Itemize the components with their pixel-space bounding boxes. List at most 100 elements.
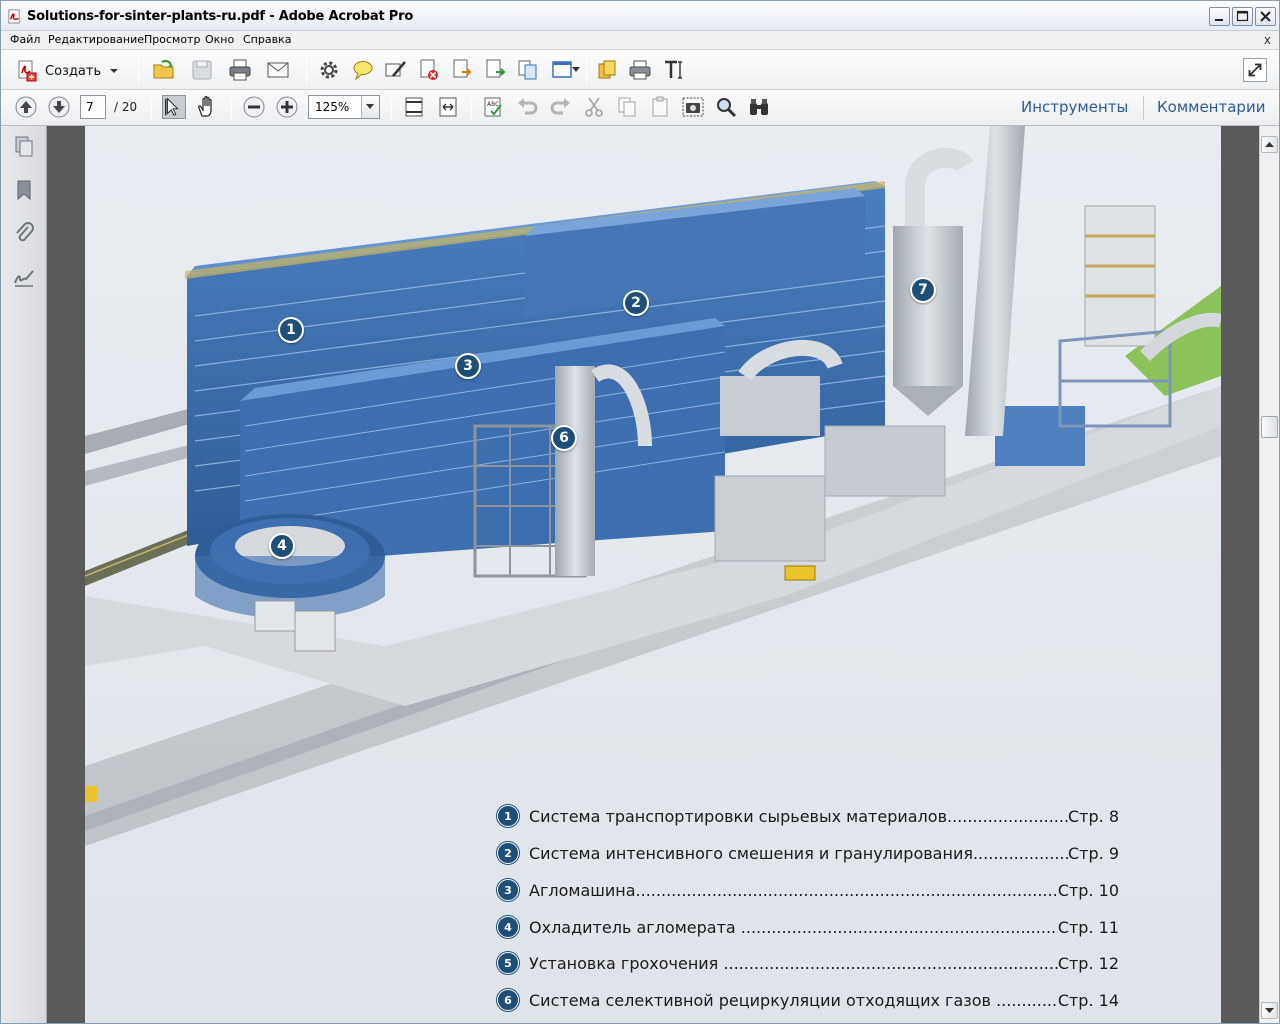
combine-files-icon[interactable] xyxy=(516,58,540,82)
vertical-scrollbar[interactable] xyxy=(1259,126,1279,1023)
hand-tool-icon[interactable] xyxy=(195,95,219,119)
toc-entry[interactable]: 1 Система транспортировки сырьевых матер… xyxy=(497,805,1119,827)
send-document-icon[interactable] xyxy=(483,58,507,82)
menu-window[interactable]: Окно xyxy=(205,33,234,46)
separator xyxy=(391,94,392,120)
comments-panel-link[interactable]: Комментарии xyxy=(1157,98,1265,116)
callout-marker-3: 3 xyxy=(455,353,481,379)
tools-panel-link[interactable]: Инструменты xyxy=(1021,98,1128,116)
zoom-out-icon[interactable] xyxy=(242,95,266,119)
toc-title: Система селективной рециркуляции отходящ… xyxy=(529,990,997,1010)
close-document-button[interactable]: x xyxy=(1264,33,1271,47)
email-icon[interactable] xyxy=(266,58,290,82)
menu-help[interactable]: Справка xyxy=(243,33,291,46)
separator xyxy=(231,94,232,120)
title-bar: Solutions-for-sinter-plants-ru.pdf - Ado… xyxy=(1,1,1279,31)
create-button[interactable]: Создать xyxy=(15,58,121,84)
snapshot-camera-icon[interactable] xyxy=(681,95,705,119)
toc-number: 3 xyxy=(497,879,519,901)
callout-marker-4: 4 xyxy=(269,533,295,559)
document-viewer[interactable]: 1 2 3 4 6 7 1 Система транспортировки сы… xyxy=(47,126,1259,1023)
print-icon[interactable] xyxy=(228,58,252,82)
callout-marker-6: 6 xyxy=(551,425,577,451)
separator xyxy=(151,94,152,120)
copy-icon[interactable] xyxy=(615,95,639,119)
settings-gear-icon[interactable] xyxy=(317,58,341,82)
separator xyxy=(306,57,307,83)
total-pages: / 20 xyxy=(114,100,138,114)
toc-entry[interactable]: 2 Система интенсивного смешения и гранул… xyxy=(497,842,1119,864)
zoom-in-icon[interactable] xyxy=(275,95,299,119)
advanced-search-binoculars-icon[interactable] xyxy=(747,95,771,119)
toc-page: Стр. 12 xyxy=(1057,953,1119,973)
separator xyxy=(586,57,587,83)
text-edit-icon[interactable] xyxy=(662,58,686,82)
toc-title: Система транспортировки сырьевых материа… xyxy=(529,806,947,826)
signatures-icon[interactable] xyxy=(12,265,36,289)
cut-icon[interactable] xyxy=(582,95,606,119)
toc-number: 5 xyxy=(497,952,519,974)
toc-page: Стр. 8 xyxy=(1068,806,1119,826)
create-label: Создать xyxy=(45,63,102,79)
toc-page: Стр. 14 xyxy=(1057,990,1119,1010)
separator xyxy=(1143,96,1144,120)
bookmarks-icon[interactable] xyxy=(12,178,36,202)
callout-marker-2: 2 xyxy=(623,290,649,316)
toc-entry[interactable]: 3 Агломашина ...........................… xyxy=(497,879,1119,901)
export-document-icon[interactable] xyxy=(450,58,474,82)
toc-entry[interactable]: 4 Охладитель агломерата ................… xyxy=(497,916,1119,938)
toc-entry[interactable]: 5 Установка грохочения .................… xyxy=(497,952,1119,974)
zoom-level-field[interactable]: 125% xyxy=(308,95,380,119)
printer-icon[interactable] xyxy=(628,58,652,82)
spell-check-icon[interactable]: ABC xyxy=(482,95,506,119)
fit-page-icon[interactable] xyxy=(402,95,426,119)
paste-icon[interactable] xyxy=(648,95,672,119)
minimize-button[interactable] xyxy=(1209,7,1230,26)
scroll-thumb[interactable] xyxy=(1261,416,1278,438)
attachments-paperclip-icon[interactable] xyxy=(12,221,36,245)
close-icon xyxy=(1260,11,1271,22)
toc-number: 2 xyxy=(497,842,519,864)
sign-pen-icon[interactable] xyxy=(384,58,408,82)
callout-marker-1: 1 xyxy=(278,317,304,343)
menu-file[interactable]: Файл xyxy=(10,33,40,46)
undo-icon[interactable] xyxy=(515,95,539,119)
menu-edit[interactable]: Редактирование xyxy=(48,33,144,46)
close-window-button[interactable] xyxy=(1255,7,1276,26)
toc-leader: ........................................… xyxy=(947,806,1068,826)
select-cursor-icon[interactable] xyxy=(162,95,186,119)
reject-document-icon[interactable] xyxy=(417,58,441,82)
fullscreen-icon[interactable] xyxy=(1243,58,1267,82)
save-icon[interactable] xyxy=(190,58,214,82)
toc-page: Стр. 9 xyxy=(1068,843,1119,863)
chevron-down-icon[interactable] xyxy=(572,67,580,73)
redo-icon[interactable] xyxy=(549,95,573,119)
toc-leader: ........................................… xyxy=(996,990,1058,1010)
next-page-icon[interactable] xyxy=(47,95,71,119)
fit-width-icon[interactable] xyxy=(436,95,460,119)
zoom-dropdown-button[interactable] xyxy=(361,96,379,118)
scroll-down-button[interactable] xyxy=(1261,1002,1278,1019)
minimize-icon xyxy=(1215,19,1223,21)
open-folder-icon[interactable] xyxy=(152,58,176,82)
menu-view[interactable]: Просмотр xyxy=(144,33,200,46)
toc-number: 4 xyxy=(497,916,519,938)
page-thumbnails-icon[interactable] xyxy=(12,134,36,158)
toc-entry[interactable]: 6 Система селективной рециркуляции отход… xyxy=(497,989,1119,1011)
toc-number: 6 xyxy=(497,989,519,1011)
separator xyxy=(471,94,472,120)
toc-title: Установка грохочения xyxy=(529,953,724,973)
comment-bubble-icon[interactable] xyxy=(351,58,375,82)
toc-page: Стр. 11 xyxy=(1057,917,1119,937)
copy-pages-icon[interactable] xyxy=(595,58,619,82)
current-page-input[interactable]: 7 xyxy=(80,95,106,119)
chevron-down-icon xyxy=(110,69,119,73)
search-icon[interactable] xyxy=(714,95,738,119)
navigation-pane xyxy=(1,126,47,1023)
maximize-button[interactable] xyxy=(1232,7,1253,26)
previous-page-icon[interactable] xyxy=(14,95,38,119)
scroll-up-button[interactable] xyxy=(1261,136,1278,153)
toc-page: Стр. 10 xyxy=(1057,880,1119,900)
menu-bar: Файл Редактирование Просмотр Окно Справк… xyxy=(1,31,1279,50)
pdf-page: 1 2 3 4 6 7 1 Система транспортировки сы… xyxy=(85,126,1221,1023)
